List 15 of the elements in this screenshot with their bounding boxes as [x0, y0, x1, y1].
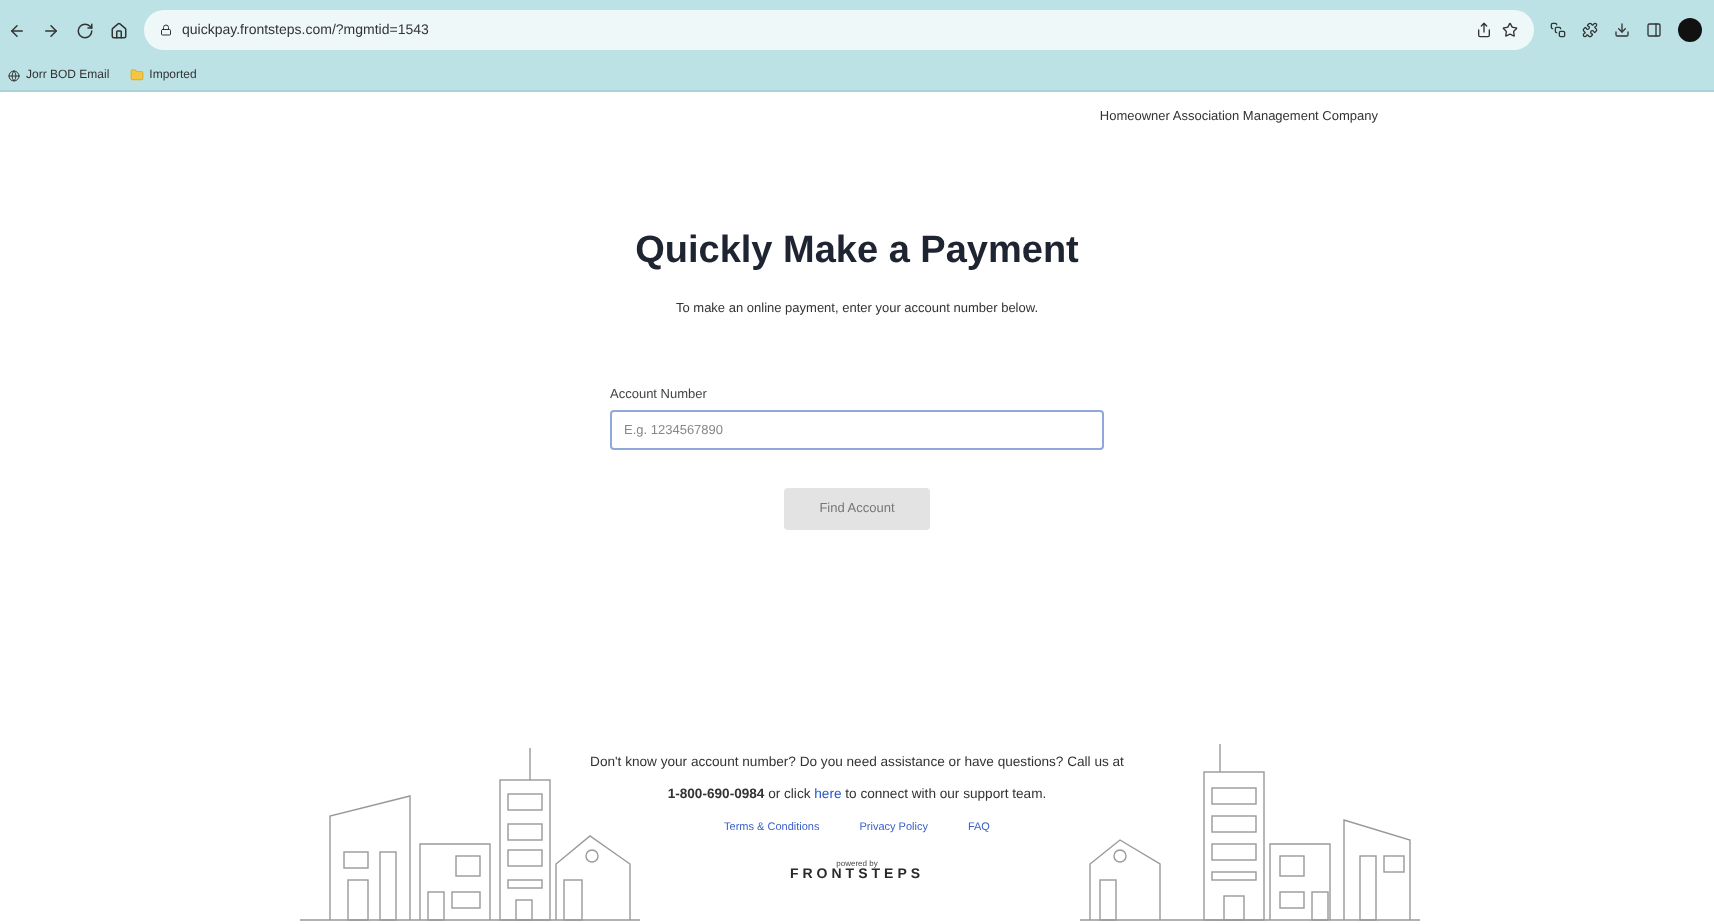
- forward-icon[interactable]: [42, 21, 60, 39]
- bookmark-star-icon[interactable]: [1502, 22, 1518, 38]
- side-panel-icon[interactable]: [1646, 22, 1662, 38]
- lock-icon: [160, 24, 172, 36]
- extension-icon[interactable]: [1550, 22, 1566, 38]
- home-icon[interactable]: [110, 21, 128, 39]
- download-icon[interactable]: [1614, 22, 1630, 38]
- profile-avatar[interactable]: [1678, 18, 1702, 42]
- page-title: Quickly Make a Payment: [635, 230, 1079, 274]
- folder-icon: [129, 68, 144, 82]
- reload-icon[interactable]: [76, 21, 94, 39]
- back-icon[interactable]: [8, 21, 26, 39]
- share-icon[interactable]: [1476, 22, 1492, 38]
- extensions-icon[interactable]: [1582, 22, 1598, 38]
- page-icon: [8, 69, 20, 81]
